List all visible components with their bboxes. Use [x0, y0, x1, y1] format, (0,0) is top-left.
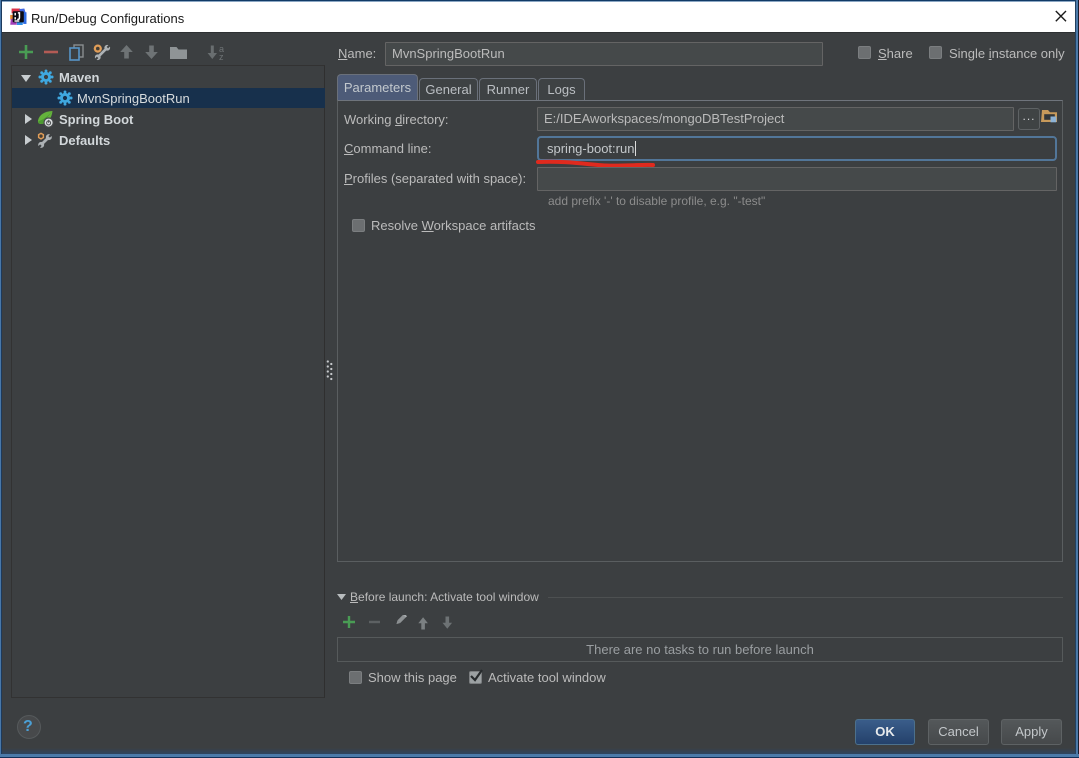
- svg-text:z: z: [219, 52, 224, 62]
